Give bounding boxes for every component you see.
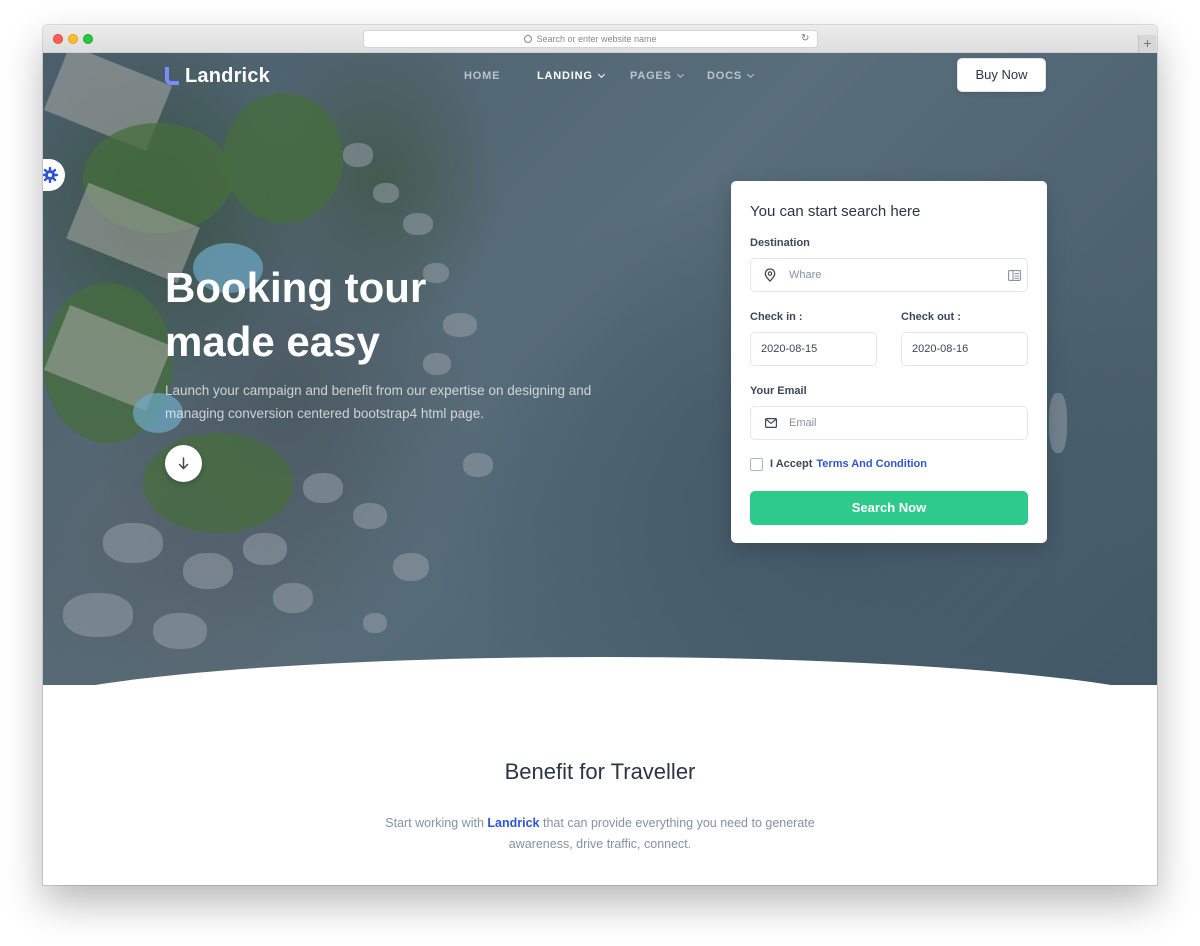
checkin-value: 2020-08-15 [761, 343, 818, 355]
zoom-window-button[interactable] [83, 34, 93, 44]
search-form-card: You can start search here Destination Wh… [731, 181, 1047, 543]
logo-mark-icon [165, 67, 179, 85]
close-window-button[interactable] [53, 34, 63, 44]
email-input[interactable]: Email [750, 406, 1028, 440]
list-icon [1008, 270, 1021, 281]
chevron-down-icon [597, 70, 605, 79]
terms-row: I Accept Terms And Condition [750, 457, 927, 471]
destination-input[interactable]: Whare [750, 258, 1028, 292]
hero-title-line: made easy [165, 318, 380, 365]
chevron-down-icon [676, 70, 684, 79]
nav-item-pages[interactable]: PAGES [630, 69, 684, 83]
nav-item-docs[interactable]: DOCS [707, 69, 755, 83]
nav-item-label: LANDING [537, 70, 593, 82]
destination-label: Destination [750, 237, 810, 249]
email-placeholder: Email [789, 417, 817, 429]
new-tab-button[interactable]: + [1138, 35, 1156, 53]
address-placeholder: Search or enter website name [536, 34, 657, 44]
benefit-subtitle-text: that can provide everything you need to … [508, 816, 815, 851]
gear-icon [43, 167, 58, 183]
minimize-window-button[interactable] [68, 34, 78, 44]
email-label: Your Email [750, 385, 807, 397]
buy-now-button[interactable]: Buy Now [957, 58, 1046, 92]
form-title: You can start search here [750, 203, 921, 220]
accept-label: I Accept [770, 458, 813, 470]
map-pin-icon [764, 268, 776, 282]
arrow-down-icon [178, 457, 189, 470]
hero-title-line: Booking tour [165, 264, 427, 311]
benefit-title: Benefit for Traveller [504, 759, 696, 784]
checkout-label: Check out : [901, 311, 961, 323]
top-navbar: Landrick HOME LANDING PAGES DOCS Buy Now [43, 53, 1157, 99]
hero-subtitle: Launch your campaign and benefit from ou… [165, 383, 592, 421]
nav-item-landing[interactable]: LANDING [537, 69, 605, 83]
nav-item-home[interactable]: HOME [464, 69, 500, 83]
checkout-value: 2020-08-16 [912, 343, 969, 355]
destination-placeholder: Whare [789, 269, 822, 281]
benefit-subtitle: Start working with Landrick that can pro… [363, 813, 837, 855]
benefit-subtitle-text: Start working with [385, 816, 484, 830]
scroll-down-button[interactable] [165, 445, 202, 482]
search-icon [524, 35, 533, 43]
checkout-date-input[interactable]: 2020-08-16 [901, 332, 1028, 366]
mail-icon [765, 418, 777, 428]
checkin-label: Check in : [750, 311, 803, 323]
chevron-down-icon [746, 70, 755, 79]
search-now-button[interactable]: Search Now [750, 491, 1028, 525]
reload-icon[interactable]: ↻ [801, 34, 811, 44]
hero-title: Booking tour made easy [165, 261, 585, 369]
logo[interactable]: Landrick [165, 64, 270, 88]
logo-text: Landrick [185, 64, 270, 87]
nav-item-label: DOCS [707, 70, 742, 82]
browser-window: Search or enter website name ↻ + Landric… [43, 25, 1157, 885]
browser-toolbar: Search or enter website name ↻ + [43, 25, 1157, 53]
accept-terms-checkbox[interactable] [750, 457, 763, 471]
address-bar[interactable]: Search or enter website name ↻ [363, 30, 818, 48]
nav-item-label: PAGES [630, 70, 672, 82]
terms-link[interactable]: Terms And Condition [816, 458, 927, 470]
nav-item-label: HOME [464, 70, 501, 82]
checkin-date-input[interactable]: 2020-08-15 [750, 332, 877, 366]
brand-link[interactable]: Landrick [487, 816, 539, 830]
